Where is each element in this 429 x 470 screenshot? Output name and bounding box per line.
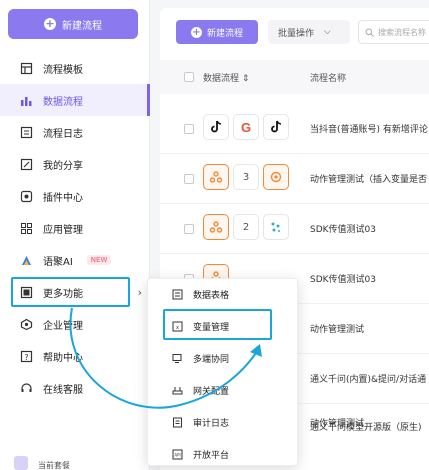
batch-operations-dropdown[interactable]: 批量操作 ⌵	[268, 20, 350, 44]
new-flow-label: 新建流程	[206, 28, 243, 39]
column-header-flow[interactable]: 数据流程 ⇕	[203, 71, 249, 84]
new-badge: NEW	[86, 255, 112, 265]
search-input[interactable]: 搜索流程名称	[358, 20, 429, 44]
sidebar-item-plugin-center[interactable]: 插件中心	[0, 180, 150, 212]
column-header-name: 流程名称	[310, 74, 347, 84]
sidebar-item-help-center[interactable]: ? 帮助中心	[0, 340, 150, 372]
sidebar-item-label: 帮助中心	[43, 352, 83, 364]
api-icon: API	[172, 449, 183, 459]
webhook-icon	[203, 214, 229, 240]
submenu-item-multi-device[interactable]: 多端协同	[148, 343, 299, 373]
app-grid-icon	[21, 222, 32, 234]
log-icon	[20, 126, 33, 138]
sidebar-item-flow-log[interactable]: 流程日志	[0, 116, 150, 148]
row-checkbox[interactable]	[184, 224, 194, 234]
gateway-icon	[172, 386, 183, 394]
devices-icon	[172, 353, 182, 363]
sidebar-new-flow-button[interactable]: + 新建流程	[8, 9, 138, 39]
sidebar-item-my-share[interactable]: 我的分享	[0, 148, 150, 180]
tiktok-icon	[263, 114, 289, 140]
flow-name: SDK传值测试03	[310, 275, 376, 285]
sidebar-item-enterprise[interactable]: 企业管理	[0, 308, 150, 340]
table-icon	[172, 289, 183, 299]
search-icon	[365, 28, 374, 37]
sidebar-nav: 流程模板 数据流程 流程日志 我的分享 插件中心 应用管理 语聚AI NEW 更…	[0, 52, 150, 404]
plus-icon: +	[190, 26, 202, 38]
flow-app-icons: 3	[203, 164, 289, 190]
sidebar: + 新建流程 流程模板 数据流程 流程日志 我的分享 插件中心 应用管理 语聚A…	[0, 0, 150, 470]
template-icon	[20, 62, 33, 74]
flow-name: 当抖音(普通账号) 有新增评论	[310, 125, 428, 135]
sidebar-item-label: 插件中心	[43, 192, 83, 204]
submenu-item-audit-log[interactable]: 审计日志	[148, 407, 299, 437]
row-checkbox[interactable]	[184, 174, 194, 184]
submenu-label: 开放平台	[193, 450, 230, 461]
headset-icon	[21, 382, 32, 392]
dots-icon	[263, 214, 289, 240]
svg-text:?: ?	[24, 353, 28, 362]
sidebar-item-label: 数据流程	[43, 96, 83, 108]
submenu-label: 数据表格	[193, 290, 230, 301]
svg-text:API: API	[174, 452, 180, 457]
flow-name: 动作管理测试	[310, 325, 365, 335]
table-row[interactable]: G 当抖音(普通账号) 有新增评论	[160, 104, 429, 154]
table-header: 数据流程 ⇕ 流程名称	[160, 60, 429, 94]
submenu-item-data-table[interactable]: 数据表格	[148, 279, 299, 309]
flow-app-icons: G	[203, 114, 289, 140]
sidebar-item-online-support[interactable]: 在线客服	[0, 372, 150, 404]
submenu-label: 多端协同	[193, 354, 230, 365]
flow-name: SDK传值测试03	[310, 225, 376, 235]
tiktok-icon	[203, 114, 229, 140]
flow-name: 通义千问模型开源版（原生)	[310, 423, 422, 433]
submenu-item-open-platform[interactable]: API 开放平台	[148, 439, 299, 469]
row-checkbox[interactable]	[184, 124, 194, 134]
plan-label[interactable]: 当前套餐	[38, 460, 70, 470]
new-flow-button[interactable]: + 新建流程	[176, 20, 258, 44]
webhook-icon	[203, 164, 229, 190]
sidebar-item-label: 我的分享	[43, 160, 83, 172]
ai-icon	[22, 255, 31, 265]
sidebar-item-label: 企业管理	[43, 320, 83, 332]
sidebar-item-label: 在线客服	[43, 384, 83, 396]
gear-hex-icon	[263, 164, 289, 190]
flow-name: 动作管理测试（插入变量是否	[310, 175, 428, 185]
share-icon	[20, 158, 33, 170]
chevron-down-icon: ⌵	[324, 27, 331, 37]
new-flow-label: 新建流程	[62, 20, 102, 32]
submenu-label: 审计日志	[193, 418, 230, 429]
table-row[interactable]: 3 动作管理测试（插入变量是否	[160, 154, 429, 204]
plugin-icon	[20, 190, 33, 202]
table-row[interactable]: 2 SDK传值测试03	[160, 204, 429, 254]
chevron-right-icon: ›	[137, 286, 142, 299]
variable-management-highlight	[163, 309, 272, 340]
sidebar-item-data-flow[interactable]: 数据流程	[0, 84, 150, 116]
search-placeholder: 搜索流程名称	[378, 27, 426, 37]
more-features-submenu: 数据表格 x 变量管理 多端协同 网关配置 审计日志 API 开放平台	[147, 278, 298, 466]
enterprise-icon	[20, 318, 33, 330]
select-all-checkbox[interactable]	[184, 72, 194, 82]
flow-app-icons: 2	[203, 214, 289, 240]
sidebar-item-label: 应用管理	[43, 224, 83, 236]
step-count: 3	[233, 164, 259, 190]
more-features-highlight	[11, 277, 130, 307]
bar-chart-icon	[21, 96, 32, 106]
sidebar-item-app-management[interactable]: 应用管理	[0, 212, 150, 244]
audit-icon	[173, 417, 182, 427]
sidebar-item-label: 流程模板	[43, 64, 83, 76]
sidebar-item-yuju-ai[interactable]: 语聚AI NEW	[0, 244, 150, 276]
sidebar-item-flow-template[interactable]: 流程模板	[0, 52, 150, 84]
batch-label: 批量操作	[278, 28, 315, 39]
plan-icon	[14, 456, 28, 470]
submenu-item-gateway-config[interactable]: 网关配置	[148, 375, 299, 405]
submenu-label: 网关配置	[193, 386, 230, 397]
google-icon: G	[233, 114, 259, 140]
sidebar-item-label: 语聚AI	[43, 256, 73, 268]
step-count: 2	[233, 214, 259, 240]
help-icon: ?	[20, 350, 33, 362]
plus-icon: +	[44, 17, 56, 30]
sidebar-item-label: 流程日志	[43, 128, 83, 140]
